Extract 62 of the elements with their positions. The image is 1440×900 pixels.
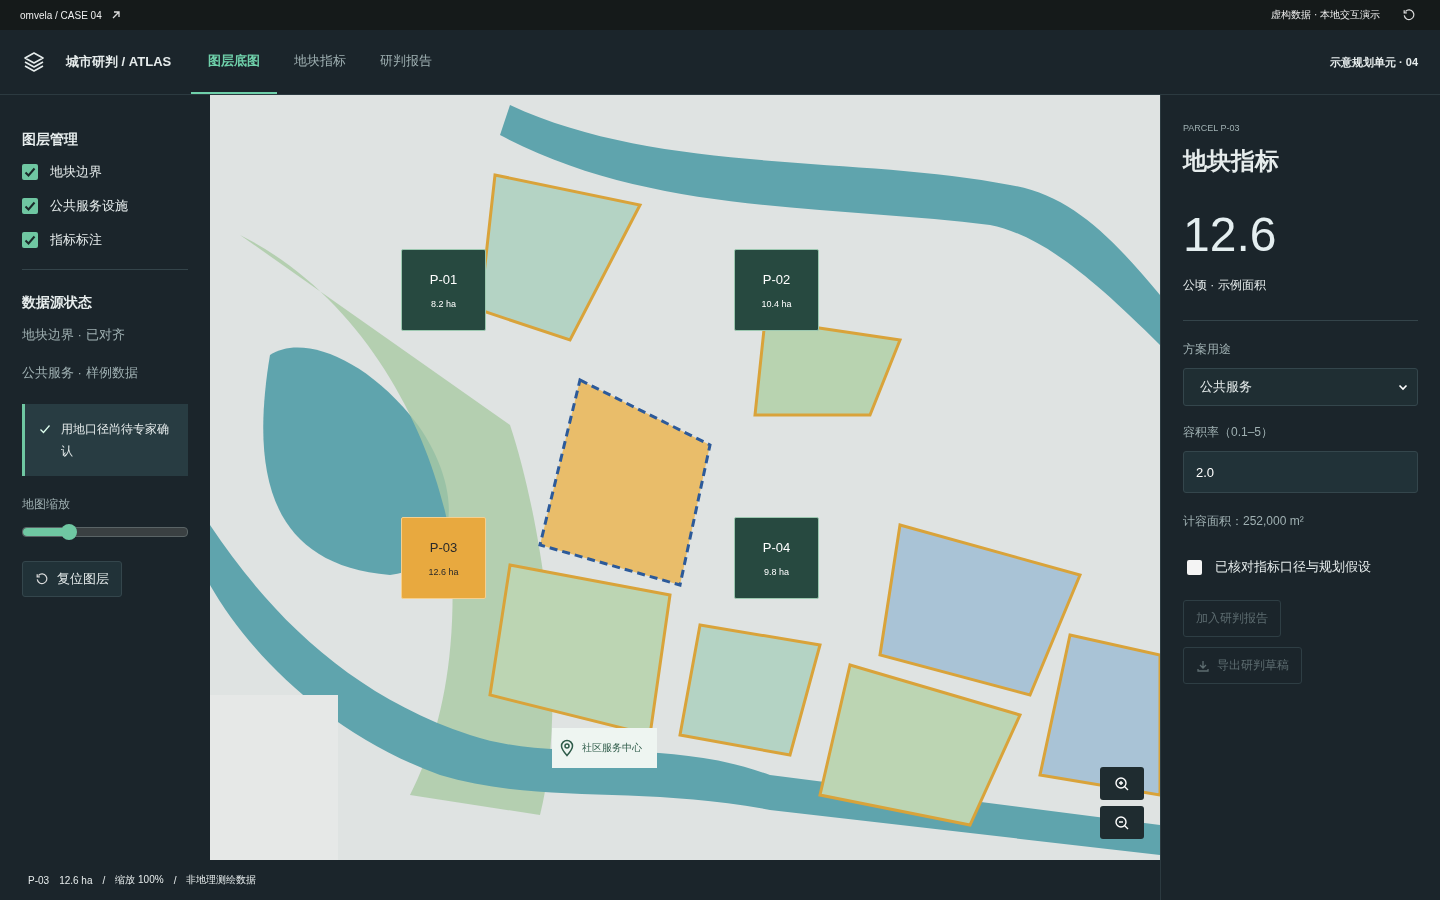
far-input-field[interactable]: 2.0 xyxy=(1183,451,1418,493)
gfa-text: 计容面积：252,000 m² xyxy=(1183,513,1305,530)
section-title: 图层管理 xyxy=(22,131,79,149)
zoom-out-button[interactable] xyxy=(1100,806,1144,839)
section-title: 数据源状态 xyxy=(22,294,93,312)
checkbox[interactable] xyxy=(22,164,38,180)
status-text: / xyxy=(173,874,177,886)
location-pin-icon xyxy=(558,739,576,757)
source-status: 公共服务 · 样例数据 xyxy=(22,364,139,382)
breadcrumb-link[interactable]: omvela / CASE 04 xyxy=(20,9,102,21)
area-value: 12.6 xyxy=(1183,211,1278,259)
reset-icon xyxy=(35,572,49,586)
status-text: 非地理测绘数据 xyxy=(186,873,257,887)
parcel-area: 9.8 ha xyxy=(764,566,789,577)
parcel-card[interactable]: P-04 9.8 ha xyxy=(734,517,819,599)
parcel-card[interactable]: P-03 12.6 ha xyxy=(401,517,486,599)
parcel-area: 10.4 ha xyxy=(761,298,792,309)
parcel-card[interactable]: P-01 8.2 ha xyxy=(401,249,486,331)
parcel-area: 8.2 ha xyxy=(431,298,456,309)
status-text: P-03 xyxy=(28,874,50,886)
layers-icon xyxy=(22,50,46,74)
parcel-name: P-04 xyxy=(762,539,791,555)
checkbox-label: 指标标注 xyxy=(50,231,102,249)
refresh-icon[interactable] xyxy=(1402,8,1416,22)
zoom-out-icon xyxy=(1114,814,1130,831)
slider-thumb[interactable] xyxy=(60,524,77,540)
tab[interactable]: 地块指标 xyxy=(277,30,364,94)
field-label: 方案用途 xyxy=(1183,341,1232,358)
app-title: 城市研判 / ATLAS xyxy=(66,53,172,71)
checkbox[interactable] xyxy=(22,198,38,214)
reset-button[interactable]: 复位图层 xyxy=(22,561,122,597)
zoom-in-button[interactable] xyxy=(1100,767,1144,800)
checkbox[interactable] xyxy=(22,232,38,248)
use-select[interactable]: 公共服务 xyxy=(1183,368,1418,406)
planning-unit-label: 示意规划单元 · 04 xyxy=(1330,54,1418,70)
parcel-area: 12.6 ha xyxy=(428,566,459,577)
tab[interactable]: 研判报告 xyxy=(363,30,450,94)
panel-title: 地块指标 xyxy=(1183,146,1280,176)
status-text: 缩放 100% xyxy=(115,873,164,887)
area-unit: 公顷 · 示例面积 xyxy=(1183,277,1267,294)
source-status: 地块边界 · 已对齐 xyxy=(22,326,126,344)
checkbox-label: 地块边界 xyxy=(50,163,102,181)
parcel-card[interactable]: P-02 10.4 ha xyxy=(734,249,819,331)
parcel-code: PARCEL P-03 xyxy=(1183,123,1241,133)
check-icon xyxy=(39,423,51,435)
status-text: 12.6 ha xyxy=(59,874,93,886)
checkbox-label: 已核对指标口径与规划假设 xyxy=(1215,558,1371,576)
download-icon xyxy=(1196,658,1210,673)
map-pin-label[interactable]: 社区服务中心 xyxy=(552,728,657,768)
parcel-name: P-01 xyxy=(429,271,458,287)
slider-label: 地图缩放 xyxy=(22,496,71,513)
status-text: / xyxy=(102,874,106,886)
field-label: 容积率（0.1–5） xyxy=(1183,424,1275,441)
zoom-in-icon xyxy=(1114,775,1130,792)
demo-notice: 虚构数据 · 本地交互演示 xyxy=(1271,8,1380,22)
checkbox[interactable] xyxy=(1187,559,1202,575)
parcel-name: P-03 xyxy=(429,539,458,555)
checkbox-label: 公共服务设施 xyxy=(50,197,128,215)
zoom-slider[interactable] xyxy=(22,527,188,537)
notice-text: 用地口径尚待专家确认 xyxy=(61,421,170,460)
parcel-name: P-02 xyxy=(762,271,791,287)
pin-text: 社区服务中心 xyxy=(582,741,642,755)
